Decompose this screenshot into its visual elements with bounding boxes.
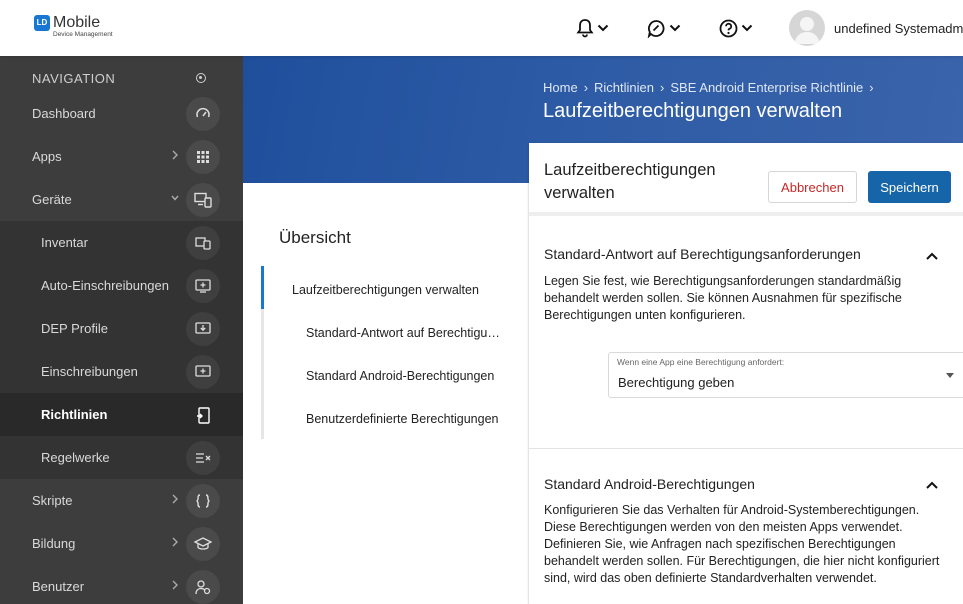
overview-title: Übersicht <box>279 228 351 247</box>
card-title: Laufzeitberechtigungen verwalten <box>544 161 716 202</box>
select-label: Wenn eine App eine Berechtigung anforder… <box>617 357 785 367</box>
education-icon <box>194 537 212 550</box>
ruleset-icon <box>196 453 211 463</box>
logo-subtitle: Device Management <box>53 31 113 38</box>
permission-request-select[interactable]: Wenn eine App eine Berechtigung anforder… <box>608 352 963 398</box>
policy-icon <box>197 406 210 424</box>
chevron-up-icon[interactable] <box>925 251 939 261</box>
caret-down-icon <box>946 373 954 378</box>
sidebar: NAVIGATION Dashboard Apps Geräte Inventa… <box>0 56 243 604</box>
sidebar-item-label: Benutzer <box>32 579 85 594</box>
page-title: Laufzeitberechtigungen verwalten <box>543 100 843 122</box>
chevron-right-icon <box>172 150 178 160</box>
breadcrumb-policies[interactable]: Richtlinien <box>594 80 654 95</box>
chevron-up-icon[interactable] <box>925 480 939 490</box>
sidebar-item-users[interactable]: Benutzer <box>0 565 243 604</box>
sidebar-item-label: Inventar <box>41 235 88 250</box>
sidebar-item-label: Dashboard <box>32 106 96 121</box>
section-android-permissions: Standard Android-Berechtigungen Konfigur… <box>529 449 963 604</box>
auto-enroll-icon <box>195 279 211 293</box>
user-avatar-icon <box>794 17 820 44</box>
sidebar-item-devices[interactable]: Geräte <box>0 178 243 221</box>
app-logo[interactable]: LD Mobile Device Management <box>34 15 113 39</box>
sidebar-item-enrollments[interactable]: Einschreibungen <box>0 350 243 393</box>
pin-icon[interactable] <box>196 73 206 83</box>
dashboard-icon <box>196 107 210 118</box>
chevron-down-icon <box>171 195 179 201</box>
section-default-response: Standard-Antwort auf Berechtigungsanford… <box>529 220 963 448</box>
sidebar-item-scripts[interactable]: Skripte <box>0 479 243 522</box>
chevron-down-icon <box>741 24 753 32</box>
top-bar: LD Mobile Device Management undefined Sy… <box>0 0 963 56</box>
sidebar-item-label: Einschreibungen <box>41 364 138 379</box>
sidebar-item-policies[interactable]: Richtlinien <box>0 393 243 436</box>
user-name[interactable]: undefined Systemadmi... <box>834 21 963 36</box>
enrollment-icon <box>195 365 211 377</box>
chevron-right-icon <box>172 494 178 504</box>
save-button[interactable]: Speichern <box>868 171 951 203</box>
toc-item-default-response[interactable]: Standard-Antwort auf Berechtigungsanford… <box>306 326 501 340</box>
sidebar-item-label: Skripte <box>32 493 73 508</box>
chevron-right-icon <box>172 537 178 547</box>
cancel-button[interactable]: Abbrechen <box>768 171 857 203</box>
script-icon <box>196 494 210 508</box>
toc-item-custom-permissions[interactable]: Benutzerdefinierte Berechtigungen <box>306 412 521 426</box>
chevron-down-icon <box>597 24 609 32</box>
inventory-icon <box>195 237 211 250</box>
toc-item-runtime-permissions[interactable]: Laufzeitberechtigungen verwalten <box>292 283 512 297</box>
sidebar-item-auto-enrollments[interactable]: Auto-Einschreibungen <box>0 264 243 307</box>
sidebar-item-label: DEP Profile <box>41 321 108 336</box>
logo-title: Mobile <box>53 14 101 31</box>
chat-button[interactable] <box>647 16 681 40</box>
overview-panel: Übersicht Laufzeitberechtigungen verwalt… <box>243 183 528 604</box>
sidebar-item-inventory[interactable]: Inventar <box>0 221 243 264</box>
chevron-right-icon: › <box>660 80 665 95</box>
help-icon <box>719 19 738 37</box>
apps-grid-icon <box>197 151 209 163</box>
chat-icon <box>647 19 665 38</box>
sidebar-item-rulesets[interactable]: Regelwerke <box>0 436 243 479</box>
dep-profile-icon <box>195 322 211 334</box>
chevron-right-icon: › <box>869 80 874 95</box>
breadcrumb-policy[interactable]: SBE Android Enterprise Richtlinie <box>670 80 863 95</box>
chevron-down-icon <box>669 24 681 32</box>
sidebar-item-apps[interactable]: Apps <box>0 135 243 178</box>
chevron-right-icon <box>172 580 178 590</box>
devices-icon <box>194 192 212 208</box>
sidebar-item-education[interactable]: Bildung <box>0 522 243 565</box>
sidebar-item-label: Apps <box>32 149 62 164</box>
settings-card: Laufzeitberechtigungen verwalten Abbrech… <box>529 143 963 604</box>
card-header: Laufzeitberechtigungen verwalten Abbrech… <box>529 143 963 216</box>
notifications-button[interactable] <box>576 16 609 40</box>
toc-item-android-permissions[interactable]: Standard Android-Berechtigungen <box>306 369 516 383</box>
sidebar-item-label: Regelwerke <box>41 450 110 465</box>
help-button[interactable] <box>719 16 753 40</box>
section-description: Konfigurieren Sie das Verhalten für Andr… <box>544 503 940 585</box>
chevron-right-icon: › <box>583 80 589 95</box>
breadcrumb-home[interactable]: Home <box>543 80 578 95</box>
sidebar-item-dashboard[interactable]: Dashboard <box>0 92 243 135</box>
sidebar-item-dep-profile[interactable]: DEP Profile <box>0 307 243 350</box>
section-title[interactable]: Standard-Antwort auf Berechtigungsanford… <box>544 246 861 262</box>
toc-active-indicator <box>261 266 264 309</box>
section-title[interactable]: Standard Android-Berechtigungen <box>544 476 755 492</box>
sidebar-item-label: Geräte <box>32 192 72 207</box>
users-icon <box>195 580 211 595</box>
section-description: Legen Sie fest, wie Berechtigungsanforde… <box>544 274 902 322</box>
select-value: Berechtigung geben <box>618 375 735 390</box>
sidebar-item-label: Richtlinien <box>41 407 108 422</box>
breadcrumb: Home › Richtlinien › SBE Android Enterpr… <box>543 80 874 95</box>
sidebar-item-label: Bildung <box>32 536 76 551</box>
avatar[interactable] <box>789 10 825 46</box>
toc-track <box>261 309 264 439</box>
nav-header-label: NAVIGATION <box>32 71 116 86</box>
logo-badge: LD <box>34 15 50 31</box>
bell-icon <box>576 19 594 38</box>
sidebar-item-label: Auto-Einschreibungen <box>41 278 169 293</box>
